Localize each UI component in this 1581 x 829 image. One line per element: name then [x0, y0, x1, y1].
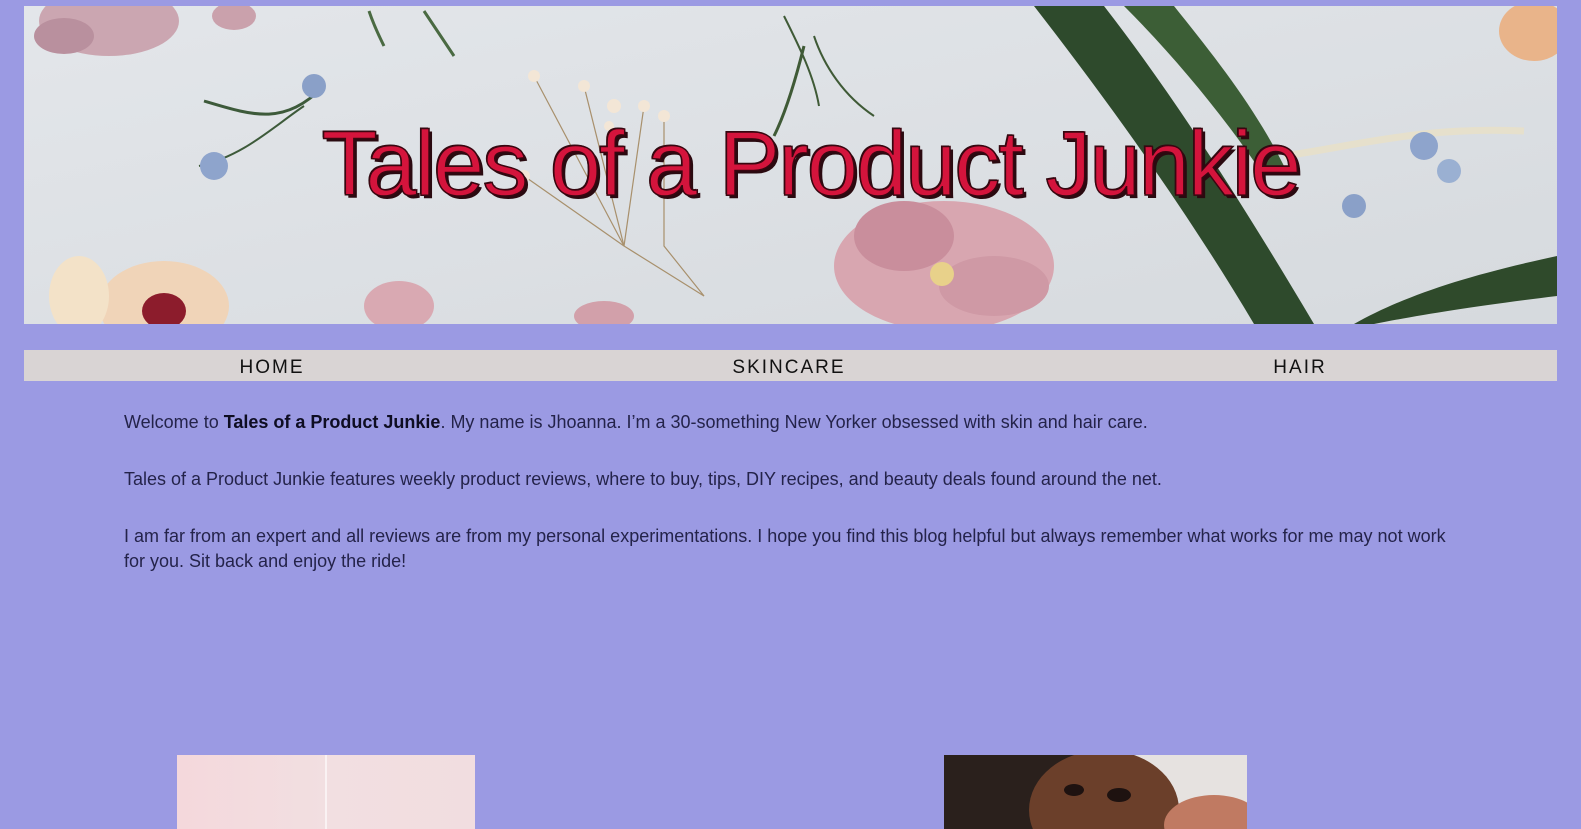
intro-prefix: Welcome to: [124, 412, 224, 432]
intro-paragraph-3: I am far from an expert and all reviews …: [124, 526, 1446, 571]
nav-item-skincare[interactable]: SKINCARE: [732, 350, 845, 381]
intro-suffix: . My name is Jhoanna. I’m a 30-something…: [440, 412, 1148, 432]
nav-item-hair[interactable]: HAIR: [1273, 350, 1326, 381]
nav-item-home[interactable]: HOME: [240, 350, 305, 381]
thumbnail-stripe: [325, 755, 327, 829]
intro-blog-name: Tales of a Product Junkie: [223, 412, 441, 432]
header-banner: Tales of a Product Junkie: [24, 6, 1557, 324]
post-thumbnail-skincare[interactable]: [177, 755, 475, 829]
intro-text: Welcome to Tales of a Product Junkie. My…: [124, 410, 1464, 606]
portrait-image: [944, 755, 1247, 829]
intro-paragraph-1: Welcome to Tales of a Product Junkie. My…: [124, 410, 1464, 435]
site-title[interactable]: Tales of a Product Junkie: [24, 117, 1557, 211]
intro-paragraph-2: Tales of a Product Junkie features weekl…: [124, 469, 1162, 489]
post-thumbnail-hair[interactable]: [944, 755, 1247, 829]
main-nav: HOME SKINCARE HAIR: [24, 350, 1557, 381]
